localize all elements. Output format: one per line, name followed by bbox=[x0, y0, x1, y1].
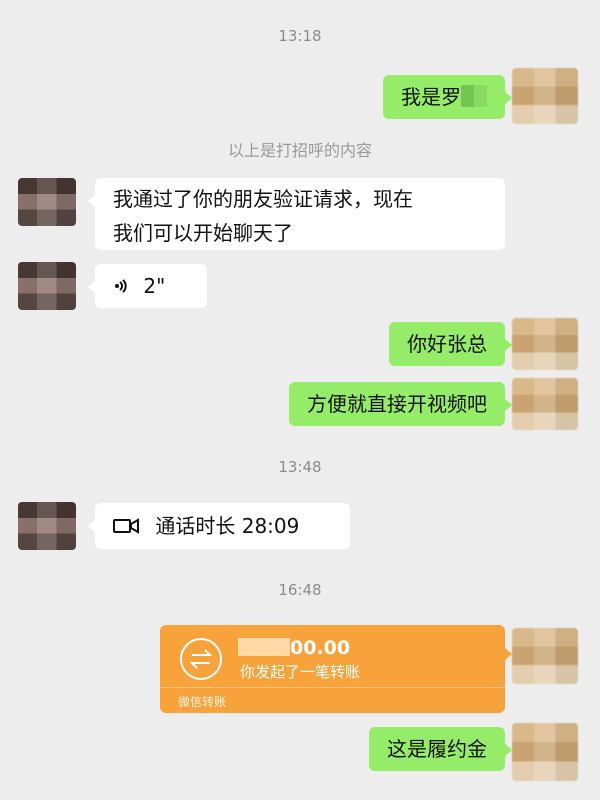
message-text-line: 我通过了你的朋友验证请求，现在 bbox=[113, 187, 413, 211]
message-bubble-self[interactable]: 这是履约金 bbox=[369, 727, 512, 771]
transfer-amount: 00.00 bbox=[290, 637, 351, 659]
friend-avatar[interactable] bbox=[18, 262, 76, 310]
redacted-amount bbox=[238, 638, 290, 656]
transfer-footer: 微信转账 bbox=[178, 695, 227, 709]
voice-duration: 2" bbox=[143, 274, 166, 298]
friend-avatar[interactable] bbox=[18, 502, 76, 550]
transfer-description: 你发起了一笔转账 bbox=[240, 663, 361, 681]
friend-avatar[interactable] bbox=[18, 178, 76, 226]
self-avatar[interactable] bbox=[512, 628, 578, 684]
transfer-amount-row: 00.00 bbox=[238, 637, 350, 659]
transfer-divider bbox=[160, 687, 505, 688]
call-duration: 通话时长 28:09 bbox=[155, 514, 300, 538]
video-call-icon bbox=[113, 504, 139, 534]
message-text: 方便就直接开视频吧 bbox=[307, 392, 487, 416]
self-avatar[interactable] bbox=[512, 318, 578, 370]
message-text: 你好张总 bbox=[407, 332, 487, 356]
timestamp: 13:18 bbox=[278, 27, 322, 45]
message-bubble-self[interactable]: 方便就直接开视频吧 bbox=[289, 382, 512, 426]
timestamp: 16:48 bbox=[278, 581, 322, 599]
system-note: 以上是打招呼的内容 bbox=[227, 141, 372, 160]
transfer-card[interactable]: 00.00 你发起了一笔转账 微信转账 bbox=[160, 625, 512, 713]
message-bubble-friend[interactable]: 我通过了你的朋友验证请求，现在 我们可以开始聊天了 bbox=[88, 178, 505, 250]
message-text: 这是履约金 bbox=[387, 737, 487, 761]
message-bubble-self[interactable]: 你好张总 bbox=[389, 322, 512, 366]
call-record-bubble[interactable]: 通话时长 28:09 bbox=[88, 503, 350, 549]
transfer-icon bbox=[180, 638, 222, 680]
self-avatar[interactable] bbox=[512, 68, 578, 124]
self-avatar[interactable] bbox=[512, 378, 578, 430]
voice-icon bbox=[113, 266, 131, 293]
self-avatar[interactable] bbox=[512, 723, 578, 781]
timestamp: 13:48 bbox=[278, 458, 322, 476]
message-text-line: 我们可以开始聊天了 bbox=[113, 221, 293, 245]
message-bubble-self[interactable]: 我是罗 bbox=[383, 75, 512, 119]
voice-message-bubble[interactable]: 2" bbox=[88, 264, 207, 308]
message-text: 我是罗 bbox=[401, 85, 461, 109]
redacted-name bbox=[461, 85, 487, 107]
